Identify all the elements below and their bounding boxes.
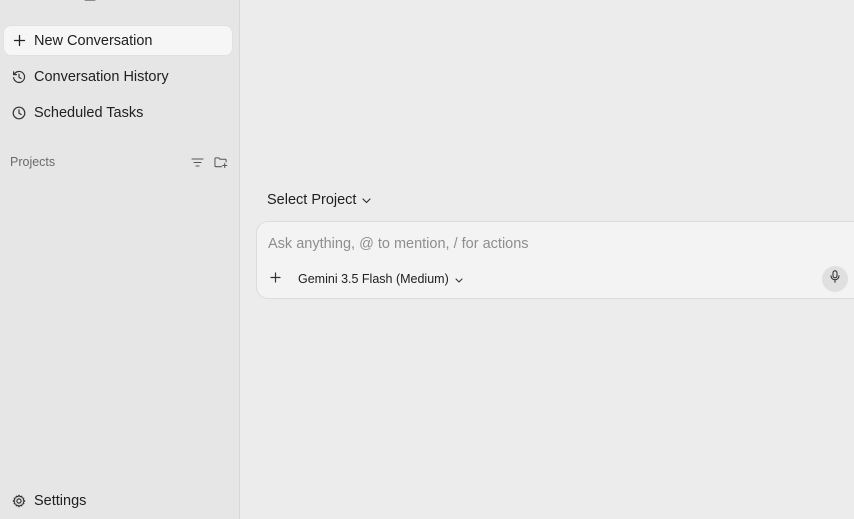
model-select-label: Gemini 3.5 Flash (Medium) xyxy=(298,272,449,286)
gear-icon xyxy=(12,494,26,508)
filter-icon[interactable] xyxy=(190,155,204,169)
microphone-icon xyxy=(830,270,840,288)
projects-label: Projects xyxy=(10,155,56,169)
composer: Gemini 3.5 Flash (Medium) xyxy=(256,221,854,299)
sidebar: New Conversation Conversation History Sc… xyxy=(0,0,240,519)
scheduled-tasks-label: Scheduled Tasks xyxy=(34,104,144,121)
sidebar-toggle-icon[interactable] xyxy=(84,0,96,1)
app-window: New Conversation Conversation History Sc… xyxy=(0,0,854,519)
project-select-dropdown[interactable]: Select Project xyxy=(267,190,372,210)
project-select-label: Select Project xyxy=(267,192,357,208)
sidebar-item-scheduled-tasks[interactable]: Scheduled Tasks xyxy=(4,98,232,127)
plus-icon xyxy=(269,270,281,288)
chevron-down-icon xyxy=(362,192,372,208)
history-icon xyxy=(12,70,26,84)
chevron-down-icon xyxy=(455,272,463,286)
plus-icon xyxy=(12,34,26,48)
settings-label: Settings xyxy=(34,493,87,509)
new-conversation-button[interactable]: New Conversation xyxy=(4,26,232,55)
projects-tools xyxy=(190,155,228,169)
conversation-history-label: Conversation History xyxy=(34,68,169,85)
sidebar-item-conversation-history[interactable]: Conversation History xyxy=(4,62,232,91)
add-attachment-button[interactable] xyxy=(267,271,283,287)
projects-header: Projects xyxy=(10,153,228,171)
microphone-button[interactable] xyxy=(822,266,848,292)
main-area: Select Project Gemini 3.5 Flash (Medium) xyxy=(241,0,854,519)
model-select-dropdown[interactable]: Gemini 3.5 Flash (Medium) xyxy=(298,271,463,287)
new-conversation-label: New Conversation xyxy=(34,32,153,49)
settings-button[interactable]: Settings xyxy=(4,487,232,515)
new-folder-icon[interactable] xyxy=(214,155,228,169)
clock-icon xyxy=(12,106,26,120)
composer-input[interactable] xyxy=(268,234,808,254)
